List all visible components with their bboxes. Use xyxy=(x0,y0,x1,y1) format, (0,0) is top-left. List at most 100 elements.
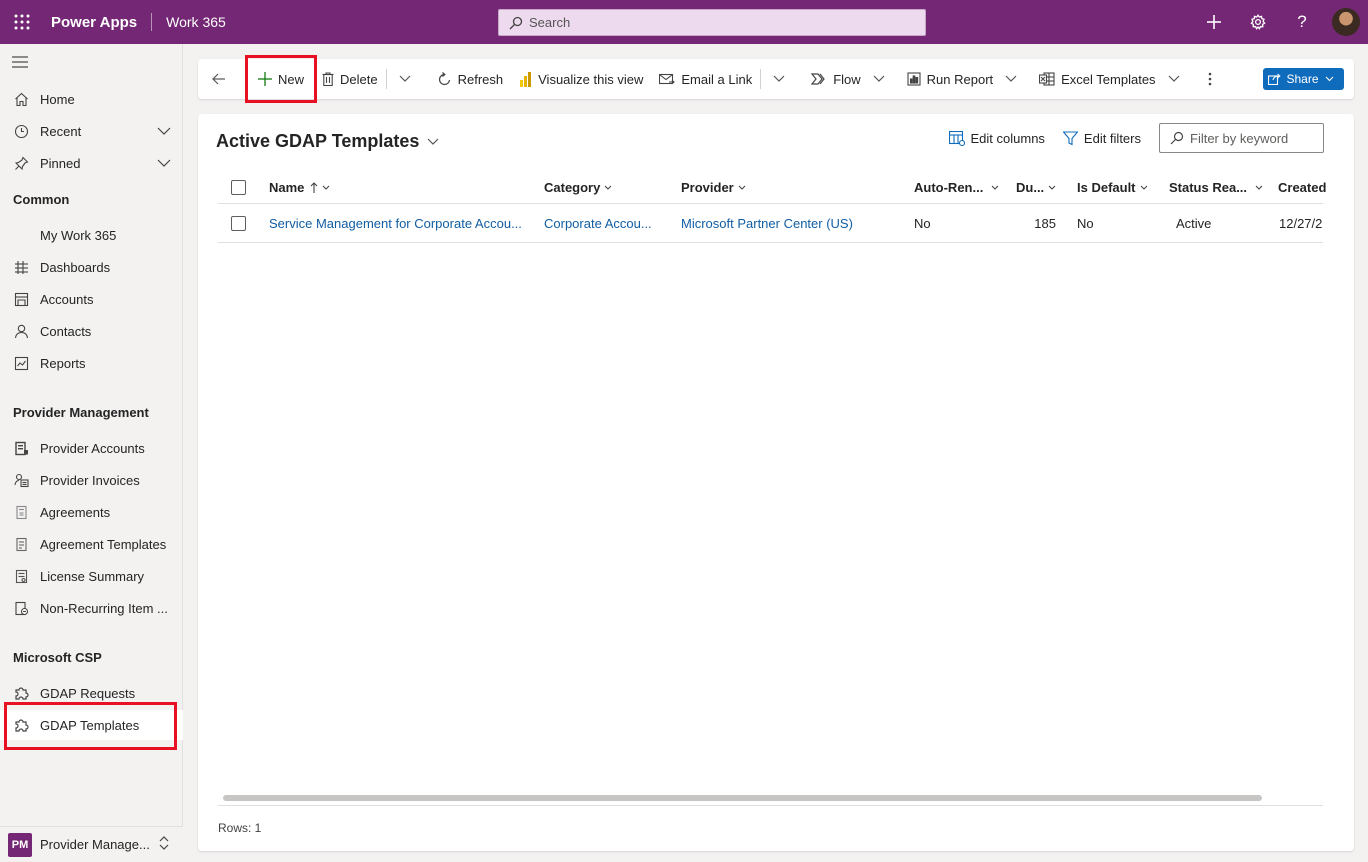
column-header-name[interactable]: Name xyxy=(269,171,330,203)
search-input[interactable]: Search xyxy=(498,9,926,36)
search-icon xyxy=(509,16,523,29)
sidebar-item-home[interactable]: Home xyxy=(0,84,183,114)
sidebar-item-label: Reports xyxy=(40,355,86,371)
column-header-auto-renew[interactable]: Auto-Ren... xyxy=(914,171,999,203)
back-button[interactable] xyxy=(198,59,246,99)
column-header-duration[interactable]: Du... xyxy=(1016,171,1056,203)
email-more-button[interactable] xyxy=(761,59,803,99)
sidebar-item-label: Pinned xyxy=(40,155,81,171)
view-selector[interactable]: Active GDAP Templates xyxy=(216,131,439,152)
select-all-checkbox[interactable] xyxy=(231,171,246,203)
sidebar-item-reports[interactable]: Reports xyxy=(0,348,183,378)
sidebar-item-non-recurring-items[interactable]: Non-Recurring Item ... xyxy=(0,593,183,623)
edit-columns-icon xyxy=(948,130,965,146)
environment-name[interactable]: Work 365 xyxy=(166,14,226,30)
share-button[interactable]: Share xyxy=(1263,68,1344,90)
chevron-down-icon[interactable] xyxy=(157,156,171,171)
edit-filters-button[interactable]: Edit filters xyxy=(1062,130,1141,146)
column-header-created[interactable]: Created xyxy=(1278,171,1326,203)
filter-by-keyword-input[interactable]: Filter by keyword xyxy=(1159,123,1324,153)
visualize-button[interactable]: Visualize this view xyxy=(511,59,651,99)
hamburger-icon[interactable] xyxy=(12,56,28,71)
sidebar-item-label: License Summary xyxy=(40,568,145,584)
table-row[interactable]: Service Management for Corporate Accou..… xyxy=(218,205,1323,243)
flow-label: Flow xyxy=(833,71,861,87)
gear-icon[interactable] xyxy=(1236,0,1280,44)
divider xyxy=(218,805,1323,806)
top-bar: Power Apps Work 365 Search ? xyxy=(0,0,1368,44)
nav-group-common: Common xyxy=(13,192,70,207)
chevron-down-icon xyxy=(1255,185,1263,190)
non-recurring-icon xyxy=(12,599,30,617)
pin-icon xyxy=(12,154,30,172)
sidebar-item-agreement-templates[interactable]: Agreement Templates xyxy=(0,529,183,559)
delete-button[interactable]: Delete xyxy=(314,59,386,99)
command-bar: New Delete Refresh Visualize this view E… xyxy=(198,59,1354,99)
grid-panel: Active GDAP Templates Edit columns Edit … xyxy=(198,114,1354,851)
column-header-category[interactable]: Category xyxy=(544,171,612,203)
agreement-icon xyxy=(12,503,30,521)
sidebar-item-recent[interactable]: Recent xyxy=(0,116,183,146)
filter-icon xyxy=(1062,130,1078,145)
avatar[interactable] xyxy=(1332,8,1360,36)
page-title: Active GDAP Templates xyxy=(216,131,420,151)
divider xyxy=(151,13,153,31)
area-name: Provider Manage... xyxy=(40,837,150,852)
run-report-button[interactable]: Run Report xyxy=(899,59,1031,99)
flow-icon xyxy=(811,73,825,85)
excel-templates-button[interactable]: Excel Templates xyxy=(1031,59,1193,99)
share-icon xyxy=(1268,73,1282,85)
cell-category-link[interactable]: Corporate Accou... xyxy=(544,205,664,242)
cell-auto-renew: No xyxy=(914,216,931,231)
sidebar-item-my-work-365[interactable]: My Work 365 xyxy=(0,220,183,250)
license-icon xyxy=(12,567,30,585)
nav-group-provider-management: Provider Management xyxy=(13,405,149,420)
chevron-down-icon[interactable] xyxy=(157,124,171,139)
search-placeholder: Search xyxy=(529,15,571,30)
row-checkbox[interactable] xyxy=(231,205,246,242)
accounts-icon xyxy=(12,290,30,308)
sidebar-item-label: My Work 365 xyxy=(40,227,117,243)
refresh-button[interactable]: Refresh xyxy=(429,59,512,99)
delete-more-button[interactable] xyxy=(387,59,429,99)
nav-group-microsoft-csp: Microsoft CSP xyxy=(13,650,102,665)
waffle-icon[interactable] xyxy=(0,0,44,44)
horizontal-scrollbar[interactable] xyxy=(223,795,1262,801)
cell-name-link[interactable]: Service Management for Corporate Accou..… xyxy=(269,205,529,242)
sidebar-item-provider-accounts[interactable]: Provider Accounts xyxy=(0,433,183,463)
edit-columns-button[interactable]: Edit columns xyxy=(948,130,1045,146)
invoice-icon xyxy=(12,471,30,489)
column-header-status-reason[interactable]: Status Rea... xyxy=(1169,171,1263,203)
plus-icon[interactable] xyxy=(1192,0,1236,44)
sidebar-item-dashboards[interactable]: Dashboards xyxy=(0,252,183,282)
cell-is-default: No xyxy=(1077,216,1094,231)
chevron-down-icon xyxy=(773,75,785,82)
contact-icon xyxy=(12,322,30,340)
sidebar: Home Recent Pinned Common My Work 365 Da… xyxy=(0,44,183,862)
sidebar-item-contacts[interactable]: Contacts xyxy=(0,316,183,346)
area-switcher[interactable]: PM Provider Manage... xyxy=(0,826,183,862)
sidebar-item-label: Recent xyxy=(40,123,82,139)
flow-button[interactable]: Flow xyxy=(803,59,898,99)
cell-provider-link[interactable]: Microsoft Partner Center (US) xyxy=(681,205,853,242)
more-commands-button[interactable] xyxy=(1194,59,1232,99)
sidebar-item-accounts[interactable]: Accounts xyxy=(0,284,183,314)
app-name[interactable]: Power Apps xyxy=(51,14,137,31)
sidebar-item-pinned[interactable]: Pinned xyxy=(0,148,183,178)
excel-templates-label: Excel Templates xyxy=(1061,71,1156,87)
sidebar-item-license-summary[interactable]: License Summary xyxy=(0,561,183,591)
sidebar-item-label: Home xyxy=(40,91,75,107)
sidebar-item-label: Accounts xyxy=(40,291,94,307)
filter-placeholder: Filter by keyword xyxy=(1190,130,1289,146)
email-link-button[interactable]: Email a Link xyxy=(651,59,760,99)
chevron-down-icon xyxy=(738,185,746,190)
run-report-label: Run Report xyxy=(926,71,994,87)
sidebar-item-provider-invoices[interactable]: Provider Invoices xyxy=(0,465,183,495)
help-icon[interactable]: ? xyxy=(1280,0,1324,44)
chevron-down-icon xyxy=(1005,75,1017,82)
column-header-is-default[interactable]: Is Default xyxy=(1077,171,1148,203)
sidebar-item-label: Dashboards xyxy=(40,259,111,275)
sidebar-item-agreements[interactable]: Agreements xyxy=(0,497,183,527)
rows-count: Rows: 1 xyxy=(218,821,262,835)
column-header-provider[interactable]: Provider xyxy=(681,171,746,203)
